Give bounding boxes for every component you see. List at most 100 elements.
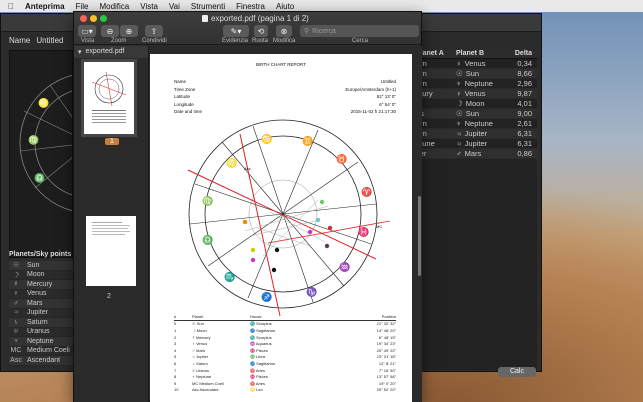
planet-b-cell: ♆ Neptune: [456, 79, 506, 88]
svg-text:♍: ♍: [28, 134, 39, 145]
planet-b-name: Venus: [464, 59, 486, 68]
table-row: 10 Asc Ascendant ♌ Leo 25° 52' 20": [174, 387, 396, 394]
planet-b-name: Neptune: [464, 79, 493, 88]
planet-b-name: Mars: [464, 149, 482, 158]
window-title: exported.pdf (pagina 1 di 2): [202, 14, 309, 23]
menu-file[interactable]: File: [76, 2, 89, 11]
row-num: 3: [174, 341, 177, 347]
leo-icon: ♌: [226, 157, 237, 168]
share-icon: ⇪: [150, 26, 158, 36]
row-position: 21° 32' 32": [376, 321, 396, 327]
sidebar-toggle-button[interactable]: ▭▾: [78, 25, 96, 37]
table-row: 1 ☽ Moon ♐ Sagittarius 14° 48' 20": [174, 327, 396, 334]
planets-list: ☉ Sun ☽ Moon ☿ Mercury ♀ Venus ♂ Mars ♃ Jupite…: [9, 261, 75, 366]
document-view[interactable]: BIRTH CHART REPORT Name Untitled Time Zone…: [150, 46, 422, 402]
row-position: 23° 31' 18": [376, 354, 396, 360]
planet-b-cell: ☉ Sun: [456, 69, 506, 78]
table-row: 5 ♃ Jupiter ♎ Libra 23° 31' 18": [174, 354, 396, 361]
menu-aiuto[interactable]: Aiuto: [276, 2, 294, 11]
apple-icon[interactable]: : [8, 2, 14, 11]
table-row[interactable]: rs☽Moon4,01: [414, 99, 537, 109]
page-number-1: 1: [105, 138, 119, 145]
menu-vista[interactable]: Vista: [140, 2, 158, 11]
planet-positions-table: # Planet House Position 0 ☉ Sun ♏ Scorpius…: [174, 314, 396, 393]
libra-icon: ♎: [202, 234, 213, 245]
zoom-out-button[interactable]: ⊖: [101, 25, 119, 37]
table-row[interactable]: urn♆Neptune2,96: [414, 79, 537, 89]
table-row[interactable]: urn♆Neptune2,61: [414, 119, 537, 129]
info-key: Time Zone: [174, 86, 196, 92]
menu-finestra[interactable]: Finestra: [236, 2, 265, 11]
planet-name: Medium Coeli: [27, 347, 70, 355]
search-field[interactable]: ⚲ Ricerca: [300, 25, 419, 37]
table-row[interactable]: urn♃Jupiter6,31: [414, 129, 537, 139]
preview-titlebar: exported.pdf (pagina 1 di 2) ▭▾ Vista ⊖ …: [74, 12, 421, 45]
modifica-label: Modifica: [273, 38, 296, 44]
sidebar-file-header[interactable]: ▾ exported.pdf: [74, 46, 148, 58]
planet-row-mc[interactable]: MC Medium Coeli: [9, 347, 75, 356]
planet-b-name: Jupiter: [464, 139, 488, 148]
menu-app-name[interactable]: Anteprima: [25, 2, 65, 11]
row-position: 12° 8' 21": [378, 360, 396, 366]
planet-row-neptune[interactable]: ♆ Neptune: [9, 337, 75, 347]
chart-wheel-partial: ♍ ♎ ♌: [19, 74, 72, 212]
row-position: 6° 48' 15": [378, 334, 396, 340]
venus-icon: ♀: [13, 290, 19, 298]
calc-button[interactable]: Calc: [498, 367, 536, 377]
table-row[interactable]: ptune ♃ Jupiter 6,31: [414, 139, 537, 149]
table-row[interactable]: urn♀Venus0,34: [414, 59, 537, 69]
row-planet: Asc Ascendant: [192, 387, 219, 393]
zoom-in-button[interactable]: ⊕: [120, 25, 138, 37]
planets-header: Planets/Sky points: [9, 251, 72, 258]
planet-row-saturn[interactable]: ♄ Saturn: [9, 318, 75, 328]
planet-glyph-icon: ♆: [456, 79, 462, 88]
table-header: # Planet House Position: [174, 314, 396, 321]
planet-row-asc[interactable]: Asc Ascendant: [9, 356, 75, 366]
row-house: ♏ Scorpius: [250, 334, 272, 340]
menu-strumenti[interactable]: Strumenti: [191, 2, 225, 11]
planet-row-venus[interactable]: ♀ Venus: [9, 290, 75, 299]
page-thumbnail-2[interactable]: [86, 216, 136, 286]
row-position: 20° 49' 22": [376, 347, 396, 353]
table-row[interactable]: rcury ♀ Venus 9,87: [414, 89, 537, 99]
info-value: Europe/Amsterdam (h+1): [345, 86, 396, 92]
table-row[interactable]: us☉Sun9,00: [414, 109, 537, 119]
menu-modifica[interactable]: Modifica: [99, 2, 129, 11]
planet-row-mercury[interactable]: ☿ Mercury: [9, 280, 75, 290]
planet-b-name: Venus: [464, 89, 486, 98]
planet-name: Moon: [27, 271, 45, 279]
planet-glyph-icon: ☽: [456, 99, 463, 108]
zoom-button[interactable]: [100, 15, 107, 22]
planet-glyph-icon: ☉: [456, 69, 463, 78]
mc-chart-label: MC: [376, 224, 382, 229]
zoom-out-icon: ⊖: [106, 26, 114, 36]
close-button[interactable]: [80, 15, 87, 22]
rotate-button[interactable]: ⟲: [254, 25, 268, 37]
planet-name: Sun: [27, 261, 40, 269]
planet-row-moon[interactable]: ☽ Moon: [9, 271, 75, 280]
table-row[interactable]: urn☉Sun8,66: [414, 69, 537, 79]
markup-button[interactable]: ⊗: [276, 25, 292, 37]
share-button[interactable]: ⇪: [145, 25, 163, 37]
planet-row-jupiter[interactable]: ♃ Jupiter: [9, 309, 75, 318]
planet-row-uranus[interactable]: ♅ Uranus: [9, 328, 75, 337]
col-delta[interactable]: Delta: [506, 50, 536, 58]
name-value[interactable]: Untitled: [36, 36, 63, 45]
disclosure-icon[interactable]: ▾: [78, 48, 82, 56]
asc-label: Asc: [10, 356, 22, 364]
row-house: ♒ Aquarius: [250, 341, 272, 347]
page-thumbnail-1[interactable]: [81, 59, 137, 137]
sun-icon: ☉: [12, 262, 20, 270]
menu-vai[interactable]: Vai: [169, 2, 180, 11]
vertical-scrollbar[interactable]: [418, 196, 421, 276]
planet-row-sun[interactable]: ☉ Sun: [9, 261, 75, 271]
row-planet: ☿ Mercury: [192, 334, 211, 340]
col-planet-b[interactable]: Planet B: [456, 50, 506, 58]
highlight-button[interactable]: ✎▾: [223, 25, 249, 37]
planet-row-mars[interactable]: ♂ Mars: [9, 299, 75, 309]
thumbnail-sidebar: ▾ exported.pdf 1 2: [74, 46, 149, 402]
row-num: 8: [174, 374, 177, 380]
delta-cell: 9,87: [517, 89, 532, 98]
minimize-button[interactable]: [90, 15, 97, 22]
table-row[interactable]: iter♂Mars0,86: [414, 149, 537, 159]
